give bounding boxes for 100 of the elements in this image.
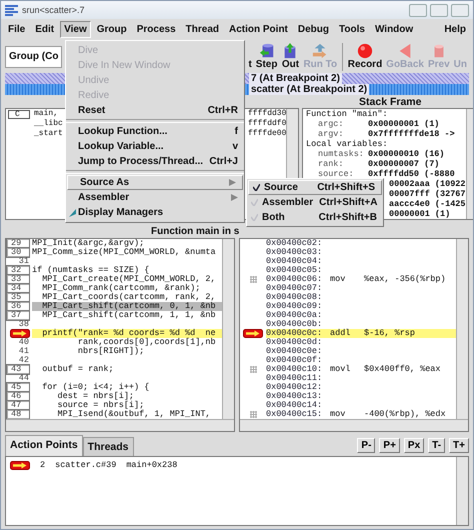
- line-number: 37: [6, 310, 30, 321]
- vertical-scrollbar[interactable]: [222, 239, 234, 419]
- frame-address: ffffdd30: [248, 109, 286, 119]
- pane-title: Function main in s: [150, 225, 240, 238]
- filter-button[interactable]: P-: [357, 438, 376, 452]
- variable-name: source:: [317, 169, 355, 179]
- menu-item[interactable]: Edit: [31, 21, 58, 38]
- toolbar-button[interactable]: Step: [254, 43, 280, 70]
- menu-item[interactable]: Group: [92, 21, 131, 38]
- filter-button[interactable]: Px: [404, 438, 424, 452]
- variable-name: argv:: [317, 129, 345, 139]
- code-line: outbuf = rank;: [41, 365, 115, 374]
- menu-item[interactable]: View: [60, 21, 91, 38]
- close-button[interactable]: [451, 4, 469, 16]
- section-label: Function "main":: [306, 109, 388, 119]
- address-text: 0x00400c0d:: [266, 338, 324, 347]
- triangle-icon: [397, 43, 414, 59]
- line-number: 30: [6, 247, 30, 258]
- menu-item[interactable]: Thread: [182, 21, 223, 38]
- address-text: 0x00400c05:: [266, 266, 324, 275]
- submenu-entry[interactable]: Assembler: [66, 190, 244, 205]
- variable-name: rank:: [317, 159, 345, 169]
- variable-value: 0x00000010 (16): [368, 149, 445, 159]
- variable-value: 0x00000001 (1): [368, 119, 440, 129]
- horizontal-scrollbar[interactable]: [6, 419, 234, 431]
- filter-button[interactable]: P+: [379, 438, 400, 452]
- toolbar-button[interactable]: t: [246, 43, 254, 70]
- line-number: 31: [18, 257, 30, 266]
- code-line: nbrs[RIGHT]);: [76, 347, 146, 356]
- horizontal-scrollbar[interactable]: [240, 419, 468, 431]
- operand-text: $-16, %rsp: [364, 329, 416, 338]
- status-text: 7 (At Breakpoint 2): [249, 73, 342, 84]
- toolbar-button[interactable]: Record: [346, 43, 384, 70]
- code-line: dest = nbrs[i];: [56, 392, 134, 401]
- line-number: 40: [18, 338, 30, 347]
- menu-item[interactable]: Help: [440, 21, 470, 38]
- code-line: if (numtasks == SIZE) {: [32, 266, 150, 275]
- address-text: 0x00400c12:: [266, 383, 324, 392]
- menu-entry[interactable]: Reset Ctrl+R: [66, 103, 244, 118]
- vertical-scrollbar[interactable]: [456, 457, 468, 525]
- address-text: 0x00400c0e:: [266, 347, 324, 356]
- language-tag: C: [8, 110, 30, 119]
- pane-title: Stack Frame: [358, 96, 422, 108]
- filter-button[interactable]: T-: [428, 438, 446, 452]
- code-line: MPI_Cart_shift(cartcomm, 1, 1, &nb: [41, 311, 217, 320]
- address-text: 0x00400c13:: [266, 392, 324, 401]
- action-point-id: 2: [40, 460, 46, 470]
- radio-entry[interactable]: Source Ctrl+Shift+S: [248, 180, 382, 195]
- address-text: 0x00400c0b:: [266, 320, 324, 329]
- address-text: 0x00400c03:: [266, 248, 324, 257]
- radio-entry[interactable]: Assembler Ctrl+Shift+A: [247, 195, 383, 210]
- code-line: for (i=0; i<4; i++) {: [41, 383, 150, 392]
- menu-item[interactable]: File: [4, 21, 30, 38]
- address-text: 0x00400c0f:: [266, 356, 324, 365]
- line-number: 41: [18, 347, 30, 356]
- menu-entry[interactable]: Jump to Process/Thread... Ctrl+J: [66, 154, 244, 169]
- opcode-text: mov: [330, 275, 346, 284]
- maximize-button[interactable]: [430, 4, 448, 16]
- tab[interactable]: Action Points: [5, 435, 83, 456]
- grid-marker-icon[interactable]: [250, 411, 256, 418]
- check-entry[interactable]: Display Managers: [66, 205, 244, 220]
- menu-item[interactable]: Action Point: [225, 21, 292, 38]
- tab[interactable]: Threads: [82, 437, 134, 456]
- menu-item[interactable]: Process: [132, 21, 180, 38]
- group-dropdown[interactable]: Group (Co: [5, 46, 62, 68]
- filter-button[interactable]: T+: [449, 438, 469, 452]
- address-text: 0x00400c04:: [266, 257, 324, 266]
- menu-item[interactable]: Window: [370, 21, 418, 38]
- radio-entry[interactable]: Both Ctrl+Shift+B: [247, 210, 383, 225]
- code-line: MPI_Cart_create(MPI_COMM_WORLD, 2,: [41, 275, 217, 284]
- frame-name[interactable]: __libc: [34, 119, 63, 129]
- section-label: Local variables:: [306, 139, 388, 149]
- minimize-button[interactable]: [409, 4, 427, 16]
- line-number: 43: [6, 364, 30, 375]
- address-text: 0x00400c10:: [266, 365, 324, 374]
- code-line: MPI_Init(&argc,&argv);: [32, 239, 144, 248]
- variable-value: 00007fff (32767: [389, 189, 466, 199]
- menu-entry[interactable]: Lookup Function... f: [66, 124, 244, 139]
- toolbar-button[interactable]: Out: [279, 43, 302, 70]
- variable-value: 00002aaa (10922: [389, 179, 466, 189]
- address-text: 0x00400c08:: [266, 293, 324, 302]
- operand-text: %eax, -356(%rbp): [364, 275, 446, 284]
- grid-marker-icon[interactable]: [250, 366, 256, 373]
- grid-marker-icon[interactable]: [250, 276, 256, 283]
- status-text: scatter (At Breakpoint 2): [249, 84, 370, 95]
- action-point-location[interactable]: scatter.c#39: [55, 460, 116, 470]
- frame-name[interactable]: main,: [34, 109, 58, 119]
- opcode-text: movl: [330, 365, 352, 374]
- submenu-entry[interactable]: Source As: [67, 175, 243, 190]
- frame-name[interactable]: _start: [34, 129, 63, 139]
- variable-value: 0x7fffffffde18 ->: [368, 129, 455, 139]
- line-number: 42: [18, 356, 30, 365]
- menu-item[interactable]: Debug: [294, 21, 333, 38]
- line-number: 38: [18, 320, 30, 329]
- code-line: MPI_Cart_coords(cartcomm, rank, 2,: [41, 293, 217, 302]
- address-text: 0x00400c14:: [266, 401, 324, 410]
- menu-entry[interactable]: Lookup Variable... v: [66, 139, 244, 154]
- opcode-text: addl: [330, 329, 352, 338]
- menu-item[interactable]: Tools: [335, 21, 369, 38]
- vertical-scrollbar[interactable]: [456, 239, 468, 419]
